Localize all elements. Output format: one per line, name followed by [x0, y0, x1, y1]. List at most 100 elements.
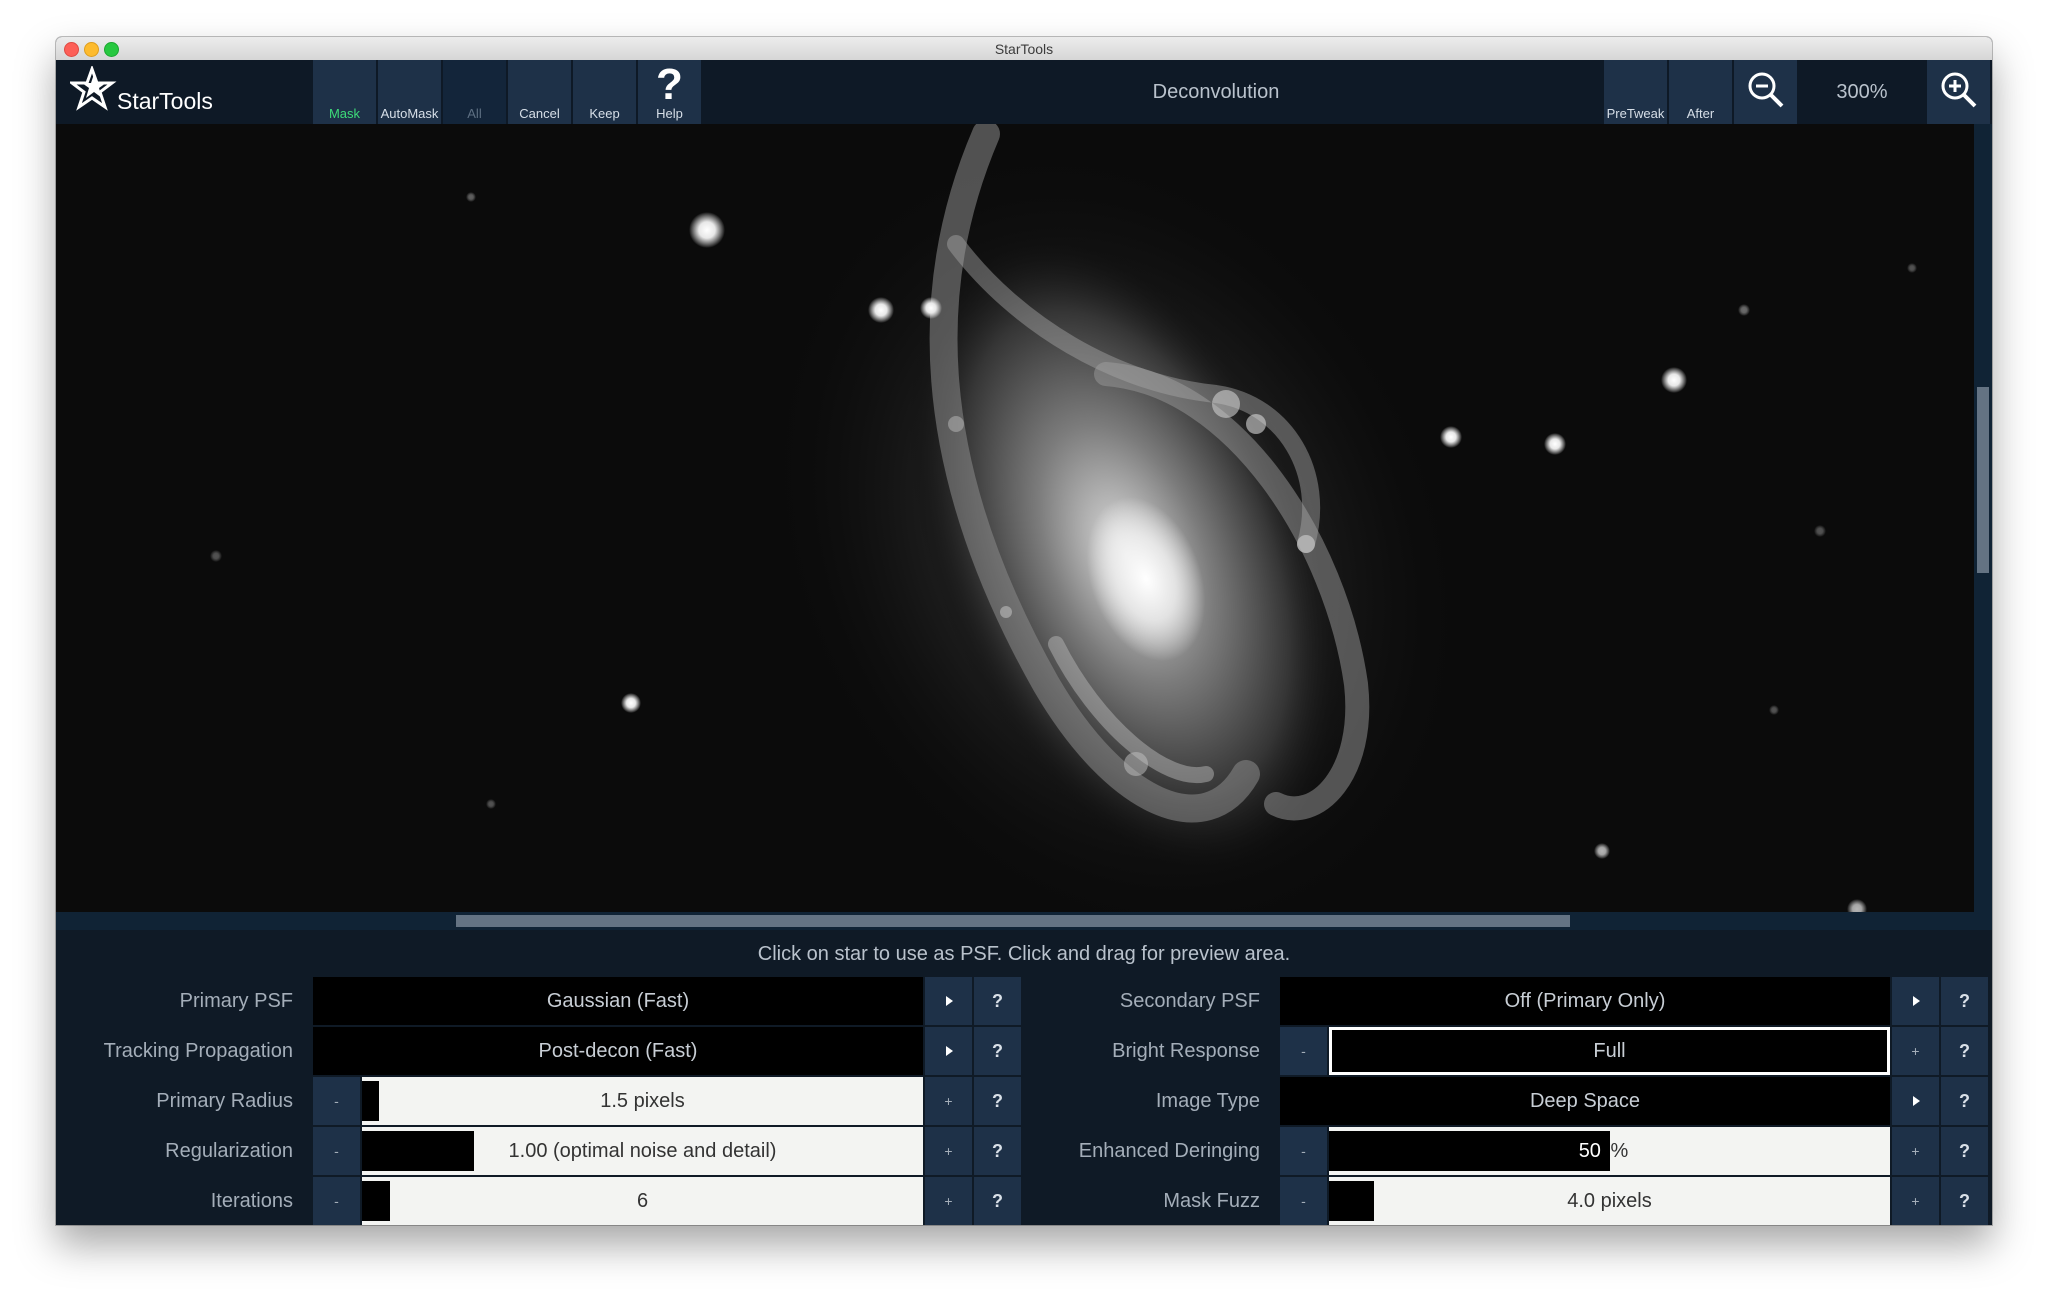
zoom-level: 300% [1836, 81, 1888, 103]
iterations-slider[interactable]: 6 [362, 1177, 923, 1225]
primary-radius-increase-button[interactable]: + [925, 1077, 972, 1125]
secondary-psf-help-button[interactable]: ? [1941, 977, 1988, 1025]
param-label: Bright Response [1112, 1040, 1260, 1062]
tracking-propagation-select[interactable]: Post-decon (Fast) [313, 1027, 923, 1075]
param-row-mask-fuzz: Mask Fuzz - 4.0 pixels + ? [1046, 1177, 1992, 1225]
zoom-in-icon [1941, 72, 1977, 108]
image-viewport[interactable] [56, 124, 1974, 912]
param-row-tracking-propagation: Tracking Propagation Post-decon (Fast) ? [56, 1027, 1046, 1075]
galaxy-image[interactable] [56, 124, 1974, 912]
param-row-secondary-psf: Secondary PSF Off (Primary Only) ? [1046, 977, 1992, 1025]
regularization-increase-button[interactable]: + [925, 1127, 972, 1175]
enhanced-deringing-help-button[interactable]: ? [1941, 1127, 1988, 1175]
pretweak-button[interactable]: PreTweak [1604, 60, 1667, 124]
mask-fuzz-slider[interactable]: 4.0 pixels [1329, 1177, 1890, 1225]
window-title: StarTools [994, 41, 1054, 57]
bright-response-value[interactable]: Full [1329, 1027, 1890, 1075]
slider-value: 4.0 pixels [1567, 1190, 1652, 1212]
bright-response-help-button[interactable]: ? [1941, 1027, 1988, 1075]
slider-value: 1.00 (optimal noise and detail) [508, 1140, 777, 1162]
primary-psf-select[interactable]: Gaussian (Fast) [313, 977, 923, 1025]
vertical-scrollbar[interactable] [1974, 124, 1992, 912]
module-title: Deconvolution [1152, 81, 1280, 103]
param-label: Tracking Propagation [103, 1040, 293, 1062]
slider-value: 6 [636, 1190, 649, 1212]
star-logo-icon [70, 66, 117, 111]
param-label: Image Type [1155, 1090, 1260, 1112]
slider-value: 1.5 pixels [600, 1090, 685, 1112]
regularization-decrease-button[interactable]: - [313, 1127, 360, 1175]
param-label: Enhanced Deringing [1078, 1140, 1260, 1162]
secondary-psf-select[interactable]: Off (Primary Only) [1280, 977, 1890, 1025]
mask-fuzz-decrease-button[interactable]: - [1280, 1177, 1327, 1225]
zoom-out-icon [1748, 72, 1784, 108]
param-label: Primary PSF [179, 990, 293, 1012]
mask-button-label: Mask [328, 106, 361, 121]
slider-value: 50 [1578, 1140, 1601, 1162]
automask-button-label: AutoMask [380, 106, 439, 121]
keep-button[interactable]: Keep [573, 60, 636, 124]
param-label: Regularization [165, 1140, 293, 1162]
param-row-primary-radius: Primary Radius - 1.5 pixels + ? [56, 1077, 1046, 1125]
question-mark-icon: ? [656, 60, 683, 109]
all-button-label: All [467, 106, 482, 121]
param-row-bright-response: Bright Response - Full + ? [1046, 1027, 1992, 1075]
mask-fuzz-help-button[interactable]: ? [1941, 1177, 1988, 1225]
automask-button[interactable]: AutoMask [378, 60, 441, 124]
param-row-enhanced-deringing: Enhanced Deringing - 50 % + ? [1046, 1127, 1992, 1175]
bright-response-increase-button[interactable]: + [1892, 1027, 1939, 1075]
param-label: Mask Fuzz [1163, 1190, 1260, 1212]
primary-radius-decrease-button[interactable]: - [313, 1077, 360, 1125]
enhanced-deringing-decrease-button[interactable]: - [1280, 1127, 1327, 1175]
image-type-next-button[interactable] [1892, 1077, 1939, 1125]
primary-psf-help-button[interactable]: ? [974, 977, 1021, 1025]
enhanced-deringing-slider[interactable]: 50 % [1329, 1127, 1890, 1175]
param-row-regularization: Regularization - 1.00 (optimal noise and… [56, 1127, 1046, 1175]
image-type-select[interactable]: Deep Space [1280, 1077, 1890, 1125]
vertical-scroll-thumb[interactable] [1977, 387, 1989, 573]
startools-window: StarTools StarTools Mask AutoMask All Ca… [56, 37, 1992, 1225]
regularization-slider[interactable]: 1.00 (optimal noise and detail) [362, 1127, 923, 1175]
primary-radius-help-button[interactable]: ? [974, 1077, 1021, 1125]
param-row-primary-psf: Primary PSF Gaussian (Fast) ? [56, 977, 1046, 1025]
param-label: Primary Radius [156, 1090, 293, 1112]
mask-button[interactable]: Mask [313, 60, 376, 124]
primary-radius-slider[interactable]: 1.5 pixels [362, 1077, 923, 1125]
help-button-label: Help [656, 106, 683, 121]
zoom-in-button[interactable] [1927, 60, 1990, 124]
tracking-propagation-help-button[interactable]: ? [974, 1027, 1021, 1075]
title-bar: StarTools [56, 37, 1992, 61]
iterations-decrease-button[interactable]: - [313, 1177, 360, 1225]
horizontal-scrollbar[interactable] [56, 912, 1992, 930]
pretweak-button-label: PreTweak [1606, 106, 1665, 121]
iterations-help-button[interactable]: ? [974, 1177, 1021, 1225]
cancel-button-label: Cancel [519, 106, 560, 121]
after-button-label: After [1686, 106, 1715, 121]
enhanced-deringing-increase-button[interactable]: + [1892, 1127, 1939, 1175]
param-label: Iterations [210, 1190, 293, 1212]
cancel-button[interactable]: Cancel [508, 60, 571, 124]
top-toolbar: StarTools Mask AutoMask All Cancel Keep … [56, 60, 1992, 124]
hint-text: Click on star to use as PSF. Click and d… [757, 943, 1291, 965]
secondary-psf-next-button[interactable] [1892, 977, 1939, 1025]
slider-unit: % [1610, 1140, 1629, 1162]
zoom-out-button[interactable] [1734, 60, 1797, 124]
iterations-increase-button[interactable]: + [925, 1177, 972, 1225]
logo-text: StarTools [117, 88, 213, 114]
mask-fuzz-increase-button[interactable]: + [1892, 1177, 1939, 1225]
horizontal-scroll-thumb[interactable] [456, 915, 1570, 927]
help-button[interactable]: ? Help [638, 60, 701, 124]
primary-psf-next-button[interactable] [925, 977, 972, 1025]
keep-button-label: Keep [589, 106, 620, 121]
image-type-help-button[interactable]: ? [1941, 1077, 1988, 1125]
bright-response-decrease-button[interactable]: - [1280, 1027, 1327, 1075]
regularization-help-button[interactable]: ? [974, 1127, 1021, 1175]
startools-logo: StarTools [70, 66, 230, 118]
tracking-propagation-next-button[interactable] [925, 1027, 972, 1075]
slider-value-group: 50 % [1329, 1127, 1890, 1175]
param-row-iterations: Iterations - 6 + ? [56, 1177, 1046, 1225]
after-button[interactable]: After [1669, 60, 1732, 124]
param-label: Secondary PSF [1119, 990, 1260, 1012]
all-button[interactable]: All [443, 60, 506, 124]
param-row-image-type: Image Type Deep Space ? [1046, 1077, 1992, 1125]
